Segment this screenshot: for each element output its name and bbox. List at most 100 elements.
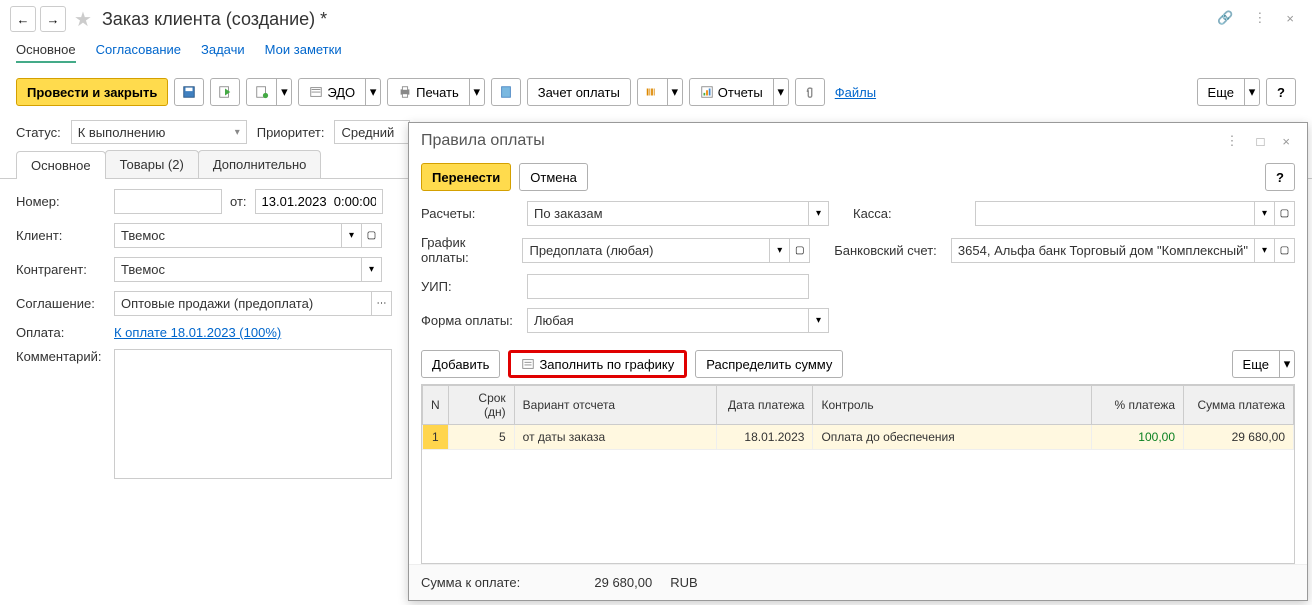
kassa-label: Касса: xyxy=(853,206,965,221)
chevron-down-icon[interactable]: ▾ xyxy=(770,238,790,263)
doc-icon-button[interactable] xyxy=(491,78,521,106)
status-label: Статус: xyxy=(16,125,61,140)
attach-button[interactable] xyxy=(795,78,825,106)
payment-link[interactable]: К оплате 18.01.2023 (100%) xyxy=(114,325,281,340)
tab-approval[interactable]: Согласование xyxy=(96,42,181,63)
barcode-icon[interactable] xyxy=(637,78,667,106)
agreement-input[interactable]: Оптовые продажи (предоплата) xyxy=(114,291,372,316)
kebab-icon[interactable]: ⋮ xyxy=(1221,131,1244,151)
bank-input[interactable]: 3654, Альфа банк Торговый дом "Комплексн… xyxy=(951,238,1255,263)
chevron-down-icon[interactable]: ▾ xyxy=(1255,201,1275,226)
contragent-input[interactable]: Твемос xyxy=(114,257,362,282)
kebab-icon[interactable]: ⋮ xyxy=(1247,8,1272,28)
payment-rules-popup: Правила оплаты ⋮ □ × Перенести Отмена ? … xyxy=(408,122,1308,601)
contragent-label: Контрагент: xyxy=(16,262,106,277)
uip-input[interactable] xyxy=(527,274,809,299)
tab-main[interactable]: Основное xyxy=(16,42,76,63)
edo-button[interactable]: ЭДО xyxy=(298,78,365,106)
forward-button[interactable]: → xyxy=(40,6,66,32)
dots-icon[interactable]: ⋯ xyxy=(372,291,392,316)
chevron-down-icon[interactable]: ▾ xyxy=(365,78,381,106)
more-split[interactable]: Еще ▾ xyxy=(1197,78,1260,106)
footer-value: 29 680,00 xyxy=(530,575,660,590)
payments-table: N Срок (дн) Вариант отсчета Дата платежа… xyxy=(422,385,1294,450)
page-title: Заказ клиента (создание) * xyxy=(102,9,327,30)
chevron-down-icon[interactable]: ▾ xyxy=(809,308,829,333)
date-input[interactable] xyxy=(255,189,383,214)
agreement-label: Соглашение: xyxy=(16,296,106,311)
help-button[interactable]: ? xyxy=(1265,163,1295,191)
footer-label: Сумма к оплате: xyxy=(421,575,520,590)
distribute-button[interactable]: Распределить сумму xyxy=(695,350,843,378)
col-term: Срок (дн) xyxy=(448,386,514,425)
subtab-goods[interactable]: Товары (2) xyxy=(105,150,199,178)
chevron-down-icon[interactable]: ▾ xyxy=(1279,350,1295,378)
chevron-down-icon[interactable]: ▾ xyxy=(362,257,382,282)
number-label: Номер: xyxy=(16,194,106,209)
chevron-down-icon[interactable]: ▾ xyxy=(667,78,683,106)
col-control: Контроль xyxy=(813,386,1092,425)
schedule-select[interactable]: Предоплата (любая) xyxy=(522,238,770,263)
payform-select[interactable]: Любая xyxy=(527,308,809,333)
col-percent: % платежа xyxy=(1092,386,1184,425)
schedule-label: График оплаты: xyxy=(421,235,512,265)
open-icon[interactable]: ▢ xyxy=(362,223,382,248)
chevron-down-icon[interactable]: ▾ xyxy=(773,78,789,106)
create-based-icon[interactable] xyxy=(246,78,276,106)
comment-textarea[interactable] xyxy=(114,349,392,479)
tab-tasks[interactable]: Задачи xyxy=(201,42,245,63)
more-button[interactable]: Еще xyxy=(1197,78,1244,106)
kassa-input[interactable] xyxy=(975,201,1255,226)
priority-select[interactable]: Средний xyxy=(334,120,410,144)
files-link[interactable]: Файлы xyxy=(835,85,876,100)
open-icon[interactable]: ▢ xyxy=(1275,238,1295,263)
reports-split[interactable]: Отчеты ▾ xyxy=(689,78,789,106)
open-icon[interactable]: ▢ xyxy=(790,238,810,263)
chevron-down-icon[interactable]: ▾ xyxy=(809,201,829,226)
chevron-down-icon[interactable]: ▾ xyxy=(1255,238,1275,263)
help-button[interactable]: ? xyxy=(1266,78,1296,106)
close-icon[interactable]: × xyxy=(1280,9,1300,28)
edo-split[interactable]: ЭДО ▾ xyxy=(298,78,381,106)
chevron-down-icon[interactable]: ▾ xyxy=(276,78,292,106)
subtab-extra[interactable]: Дополнительно xyxy=(198,150,322,178)
star-icon[interactable]: ★ xyxy=(74,7,92,32)
transfer-button[interactable]: Перенести xyxy=(421,163,511,191)
create-based-split[interactable]: ▾ xyxy=(246,78,292,106)
reports-button[interactable]: Отчеты xyxy=(689,78,773,106)
client-input[interactable]: Твемос xyxy=(114,223,342,248)
fill-icon xyxy=(521,357,535,371)
save-button[interactable] xyxy=(174,78,204,106)
popup-more-split[interactable]: Еще ▾ xyxy=(1232,350,1295,378)
offset-button[interactable]: Зачет оплаты xyxy=(527,78,631,106)
close-icon[interactable]: × xyxy=(1277,132,1295,151)
subtab-main[interactable]: Основное xyxy=(16,151,106,179)
calc-select[interactable]: По заказам xyxy=(527,201,809,226)
popup-more-button[interactable]: Еще xyxy=(1232,350,1279,378)
print-split[interactable]: Печать ▾ xyxy=(387,78,485,106)
post-button[interactable] xyxy=(210,78,240,106)
from-label: от: xyxy=(230,194,247,209)
client-label: Клиент: xyxy=(16,228,106,243)
calc-label: Расчеты: xyxy=(421,206,517,221)
barcode-split[interactable]: ▾ xyxy=(637,78,683,106)
link-icon[interactable]: 🔗 xyxy=(1211,8,1239,28)
post-close-button[interactable]: Провести и закрыть xyxy=(16,78,168,106)
chevron-down-icon[interactable]: ▾ xyxy=(469,78,485,106)
tab-notes[interactable]: Мои заметки xyxy=(265,42,342,63)
payform-label: Форма оплаты: xyxy=(421,313,517,328)
maximize-icon[interactable]: □ xyxy=(1252,132,1270,151)
status-select[interactable]: К выполнению▾ xyxy=(71,120,247,144)
fill-schedule-button[interactable]: Заполнить по графику xyxy=(508,350,687,378)
table-row[interactable]: 1 5 от даты заказа 18.01.2023 Оплата до … xyxy=(423,425,1294,450)
print-button[interactable]: Печать xyxy=(387,78,469,106)
chevron-down-icon[interactable]: ▾ xyxy=(1244,78,1260,106)
cancel-button[interactable]: Отмена xyxy=(519,163,588,191)
add-button[interactable]: Добавить xyxy=(421,350,500,378)
number-input[interactable] xyxy=(114,189,222,214)
chevron-down-icon[interactable]: ▾ xyxy=(342,223,362,248)
comment-label: Комментарий: xyxy=(16,349,106,364)
open-icon[interactable]: ▢ xyxy=(1275,201,1295,226)
col-sum: Сумма платежа xyxy=(1184,386,1294,425)
back-button[interactable]: ← xyxy=(10,6,36,32)
